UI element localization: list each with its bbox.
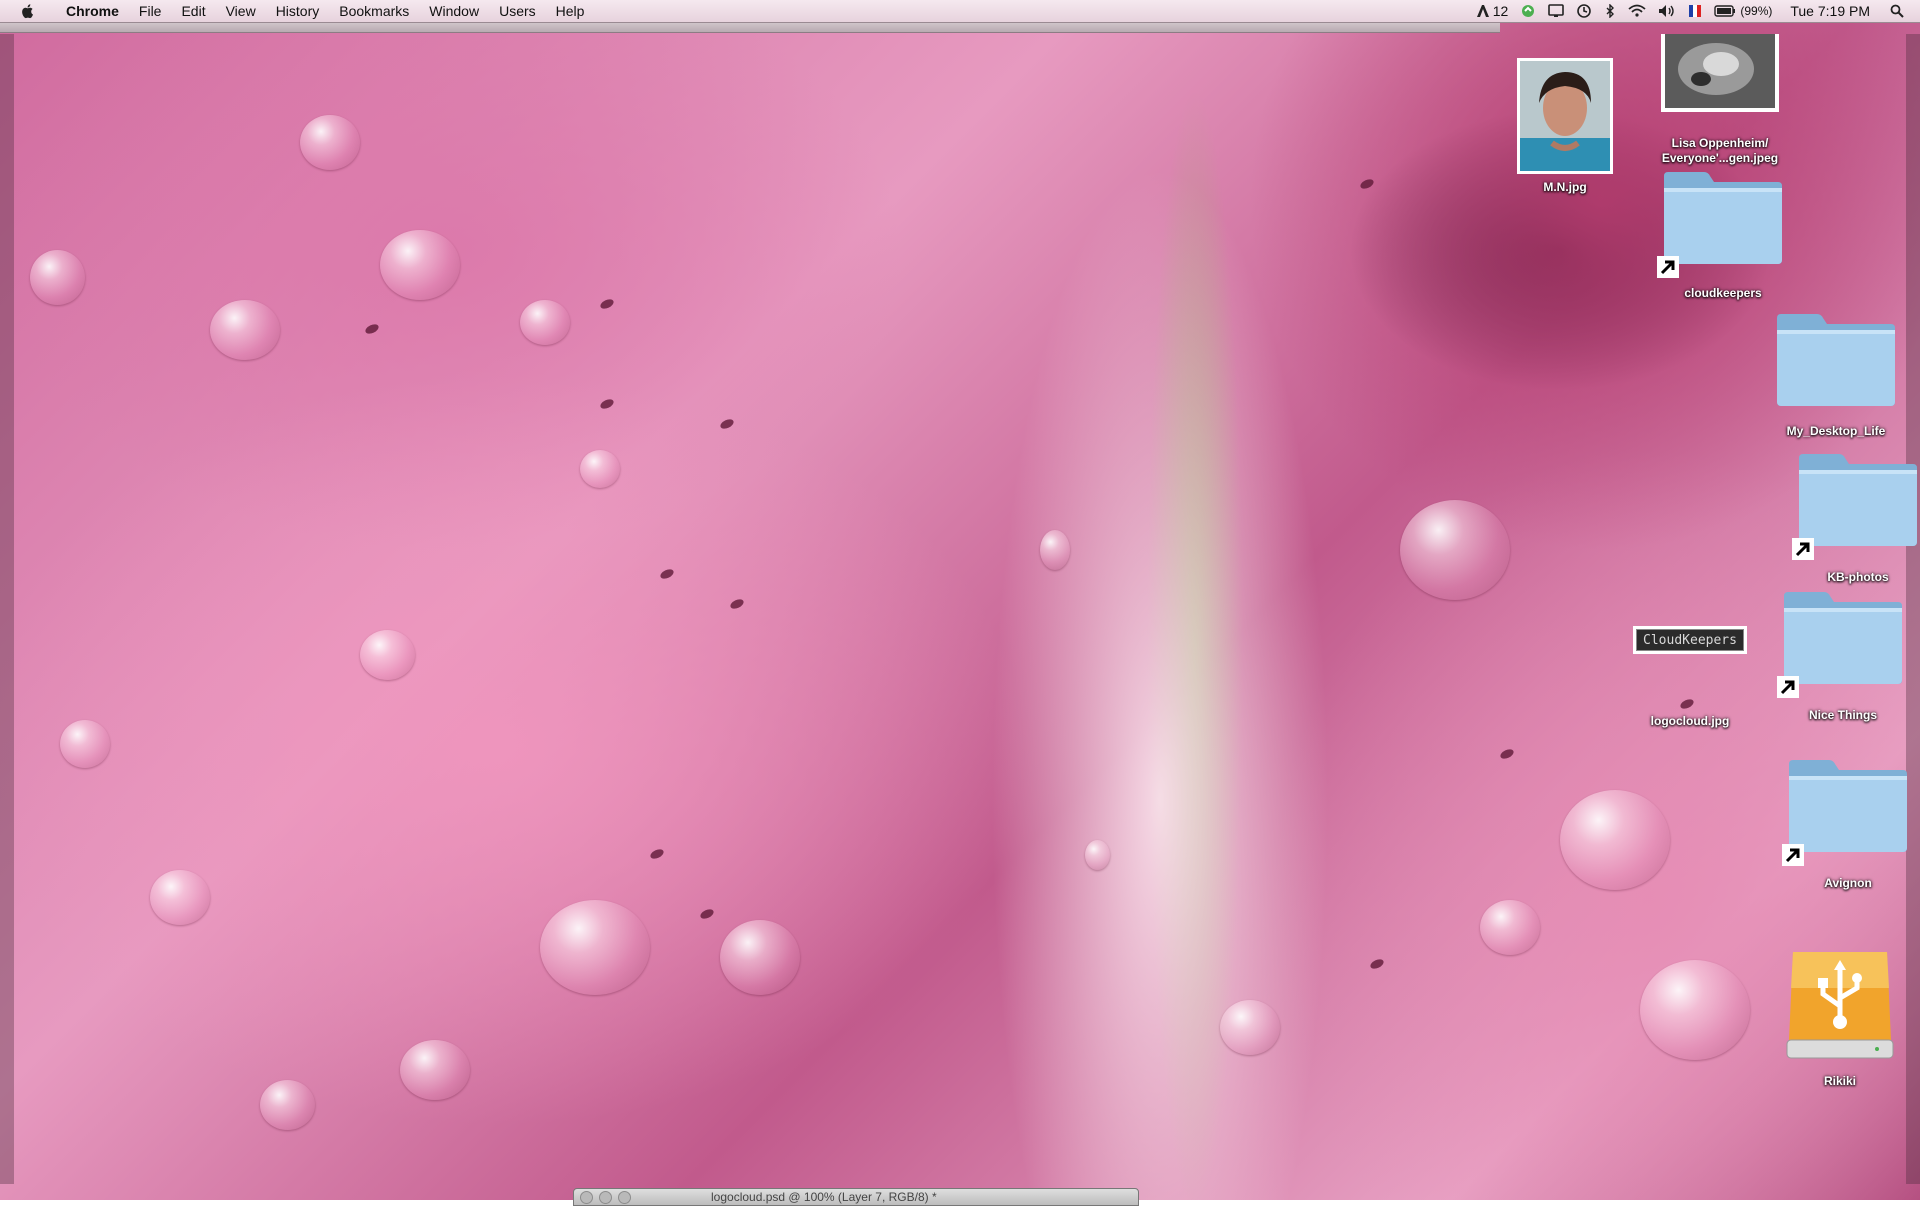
window-title: logocloud.psd @ 100% (Layer 7, RGB/8) * <box>711 1190 937 1204</box>
adobe-icon <box>1476 5 1489 17</box>
petal-speck <box>698 907 716 921</box>
water-drop <box>60 720 110 768</box>
desktop-icon-rikiki[interactable]: Rikiki <box>1770 948 1910 1089</box>
petal-speck <box>598 297 616 311</box>
clock[interactable]: Tue 7:19 PM <box>1790 0 1870 22</box>
menu-view[interactable]: View <box>216 0 266 22</box>
volume-icon[interactable] <box>1658 0 1676 22</box>
icon-label: M.N.jpg <box>1543 180 1587 194</box>
folder-icon <box>1664 172 1782 264</box>
alias-arrow-icon <box>1782 844 1804 866</box>
desktop-icon-cloudkeepers[interactable]: cloudkeepers <box>1655 170 1791 301</box>
icon-label: logocloud.jpg <box>1650 714 1730 728</box>
spotlight-search-icon[interactable] <box>1890 0 1904 22</box>
menu-app-name[interactable]: Chrome <box>56 0 129 22</box>
alias-arrow-icon <box>1792 538 1814 560</box>
water-drop <box>520 300 570 345</box>
menu-window[interactable]: Window <box>419 0 489 22</box>
icon-label: Avignon <box>1824 876 1872 890</box>
desktop-icon-my-desktop-life[interactable]: My_Desktop_Life <box>1768 312 1904 439</box>
bluetooth-icon[interactable] <box>1604 0 1616 22</box>
adobe-updates-menu[interactable]: 12 <box>1476 0 1509 22</box>
logo-text: CloudKeepers <box>1636 629 1744 651</box>
folder-icon <box>1789 760 1907 852</box>
water-drop <box>540 900 650 995</box>
logo-thumbnail: CloudKeepers <box>1633 626 1747 654</box>
alias-arrow-icon <box>1777 676 1799 698</box>
water-drop <box>720 920 800 995</box>
adobe-count: 12 <box>1492 3 1509 19</box>
icon-label: My_Desktop_Life <box>1786 424 1886 438</box>
desktop-wallpaper <box>0 0 1920 1200</box>
alias-arrow-icon <box>1657 256 1679 278</box>
petal-speck <box>1368 957 1386 971</box>
water-drop <box>1040 530 1070 570</box>
menu-edit[interactable]: Edit <box>171 0 215 22</box>
water-drop <box>400 1040 470 1100</box>
menu-users[interactable]: Users <box>489 0 546 22</box>
petal-speck <box>658 567 676 581</box>
water-drop <box>150 870 210 925</box>
petal-speck <box>718 417 736 431</box>
desktop-icon-kb-photos[interactable]: KB-photos <box>1790 452 1920 585</box>
window-zoom-button[interactable] <box>618 1190 631 1204</box>
window-close-button[interactable] <box>580 1190 593 1204</box>
water-drop <box>1220 1000 1280 1055</box>
wifi-icon[interactable] <box>1628 0 1646 22</box>
usb-drive-icon <box>1786 952 1894 1059</box>
petal-speck <box>363 322 381 336</box>
battery-percent: (99%) <box>1740 4 1773 18</box>
sync-icon[interactable] <box>1520 0 1536 22</box>
water-drop <box>1400 500 1510 600</box>
water-drop <box>300 115 360 170</box>
window-frame-left <box>0 34 14 1184</box>
water-drop <box>1085 840 1110 870</box>
desktop-icon-lisa-oppenheim[interactable]: Lisa Oppenheim/ Everyone'...gen.jpeg <box>1650 34 1790 166</box>
menu-bar: Chrome File Edit View History Bookmarks … <box>0 0 1920 23</box>
menu-file[interactable]: File <box>129 0 172 22</box>
water-drop <box>30 250 85 305</box>
icon-label-line-2: Everyone'...gen.jpeg <box>1661 151 1779 165</box>
time-machine-icon[interactable] <box>1576 0 1592 22</box>
petal-speck <box>728 597 746 611</box>
window-titlebar-strip <box>0 23 1500 33</box>
icon-label: KB-photos <box>1827 570 1889 584</box>
icon-label: cloudkeepers <box>1684 286 1762 300</box>
menu-bookmarks[interactable]: Bookmarks <box>329 0 419 22</box>
desktop-icon-m-n-jpg[interactable]: M.N.jpg <box>1510 58 1620 195</box>
water-drop <box>260 1080 315 1130</box>
desktop-icon-nice-things[interactable]: Nice Things <box>1775 590 1911 723</box>
petal-speck <box>598 397 616 411</box>
water-drop <box>360 630 415 680</box>
icon-label-line-1: Lisa Oppenheim/ <box>1671 136 1769 150</box>
apple-menu-icon[interactable] <box>20 3 36 19</box>
folder-icon <box>1777 314 1895 406</box>
folder-icon <box>1799 454 1917 546</box>
photoshop-document-window[interactable]: logocloud.psd @ 100% (Layer 7, RGB/8) * <box>573 1188 1139 1206</box>
battery-menu[interactable]: (99%) <box>1714 0 1772 22</box>
desktop-icon-logocloud-jpg[interactable]: CloudKeepers logocloud.jpg <box>1620 626 1760 729</box>
petal-speck <box>1358 177 1376 191</box>
petal-speck <box>1498 747 1516 761</box>
display-icon[interactable] <box>1548 0 1565 22</box>
input-source-flag-icon[interactable] <box>1688 0 1702 22</box>
bw-photo-thumbnail <box>1661 34 1779 112</box>
portrait-thumbnail <box>1517 58 1613 174</box>
window-minimize-button[interactable] <box>599 1190 612 1204</box>
folder-icon <box>1784 592 1902 684</box>
icon-label: Rikiki <box>1823 1074 1856 1088</box>
icon-label: Nice Things <box>1808 708 1877 722</box>
battery-icon <box>1714 5 1736 17</box>
water-drop <box>210 300 280 360</box>
water-drop <box>1640 960 1750 1060</box>
menu-history[interactable]: History <box>266 0 330 22</box>
menu-help[interactable]: Help <box>546 0 595 22</box>
water-drop <box>580 450 620 488</box>
petal-speck <box>648 847 666 861</box>
water-drop <box>380 230 460 300</box>
water-drop <box>1480 900 1540 955</box>
menu-extras: 12 (99%) Tue 7:19 PM <box>1476 0 1904 22</box>
desktop-icon-avignon[interactable]: Avignon <box>1780 758 1916 891</box>
water-drop <box>1560 790 1670 890</box>
